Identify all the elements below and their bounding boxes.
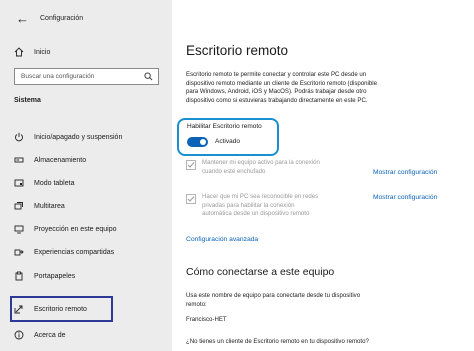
multitasking-icon [14,202,23,210]
description-line: para Windows, Android, iOS y MacOS). Pod… [186,88,367,96]
sidebar-section-heading: Sistema [14,97,41,104]
sidebar-item-tablet-mode[interactable]: Modo tableta [14,175,74,191]
sidebar-item-label: Inicio/apagado y suspensión [34,133,123,141]
show-settings-link[interactable]: Mostrar configuración [373,194,437,201]
page-title: Escritorio remoto [186,43,289,58]
sidebar-item-multitasking[interactable]: Multitarea [14,198,65,214]
search-input[interactable]: Buscar una configuración [14,68,159,85]
description-line: dispositivo remoto mediante un cliente d… [186,79,378,87]
selected-item-highlight [10,296,113,322]
sidebar-item-label: Multitarea [34,202,65,210]
sidebar-item-about[interactable]: Acerca de [14,327,66,343]
search-placeholder: Buscar una configuración [21,73,95,80]
client-question: ¿No tienes un cliente de Escritorio remo… [186,338,369,345]
connect-line: remoto: [186,300,207,308]
info-icon [14,330,24,340]
main-content: Escritorio remoto Escritorio remoto te p… [172,0,474,351]
discoverable-text: Hacer que mi PC sea reconocible en redes… [202,193,318,219]
connect-line: Usa este nombre de equipo para conectart… [186,292,361,299]
remote-desktop-toggle[interactable] [187,137,208,147]
checkmark-icon [187,196,195,202]
checkmark-icon [187,162,195,168]
sidebar-item-power[interactable]: Inicio/apagado y suspensión [14,129,122,145]
sidebar: Inicio Buscar una configuración Sistema … [0,0,172,351]
app-title: Configuración [40,15,84,22]
search-icon [144,72,153,81]
pc-name: Francisco-HET [186,316,227,323]
sidebar-item-label: Acerca de [34,331,66,339]
option-line: cuando esté enchufado [202,167,266,175]
power-icon [15,132,23,142]
keep-awake-checkbox[interactable] [186,160,196,170]
toggle-knob [200,139,206,145]
toggle-state: Activado [215,138,240,145]
option-line: Hacer que mi PC sea reconocible en redes [202,193,319,200]
sidebar-item-shared-experiences[interactable]: Experiencias compartidas [14,244,114,260]
sidebar-item-clipboard[interactable]: Portapapeles [14,268,75,284]
keep-awake-text: Mantener mi equipo activo para la conexi… [202,159,320,176]
sidebar-item-label: Modo tableta [34,179,75,187]
sidebar-item-label: Almacenamiento [34,156,87,164]
clipboard-icon [15,271,23,281]
connect-text: Usa este nombre de equipo para conectart… [186,292,426,309]
sidebar-item-projection[interactable]: Proyección en este equipo [14,221,117,237]
description: Escritorio remoto te permite conectar y … [186,71,424,106]
home-icon [14,47,24,57]
shared-experiences-icon [14,249,24,256]
projection-icon [14,225,24,234]
sidebar-item-label: Experiencias compartidas [34,248,115,256]
back-arrow-icon[interactable]: ← [16,12,30,26]
sidebar-item-label: Inicio [34,48,51,56]
sidebar-item-storage[interactable]: Almacenamiento [14,152,86,168]
tablet-icon [14,179,24,187]
toggle-label: Habilitar Escritorio remoto [187,123,262,130]
sidebar-item-label: Portapapeles [34,272,76,280]
discoverable-checkbox[interactable] [186,194,196,204]
advanced-settings-link[interactable]: Configuración avanzada [186,236,258,243]
connect-heading: Cómo conectarse a este equipo [186,266,335,278]
description-line: Escritorio remoto te permite conectar y … [186,71,367,78]
option-line: privadas para habilitar la conexión [202,201,295,209]
option-line: Mantener mi equipo activo para la conexi… [202,159,320,166]
description-line: dispositivo como si estuvieras trabajand… [186,97,368,105]
sidebar-item-label: Proyección en este equipo [34,225,117,233]
option-line: automática desde un dispositivo remoto [202,210,310,218]
sidebar-item-home[interactable]: Inicio [14,44,50,60]
show-settings-link[interactable]: Mostrar configuración [373,169,437,176]
storage-icon [14,157,24,163]
